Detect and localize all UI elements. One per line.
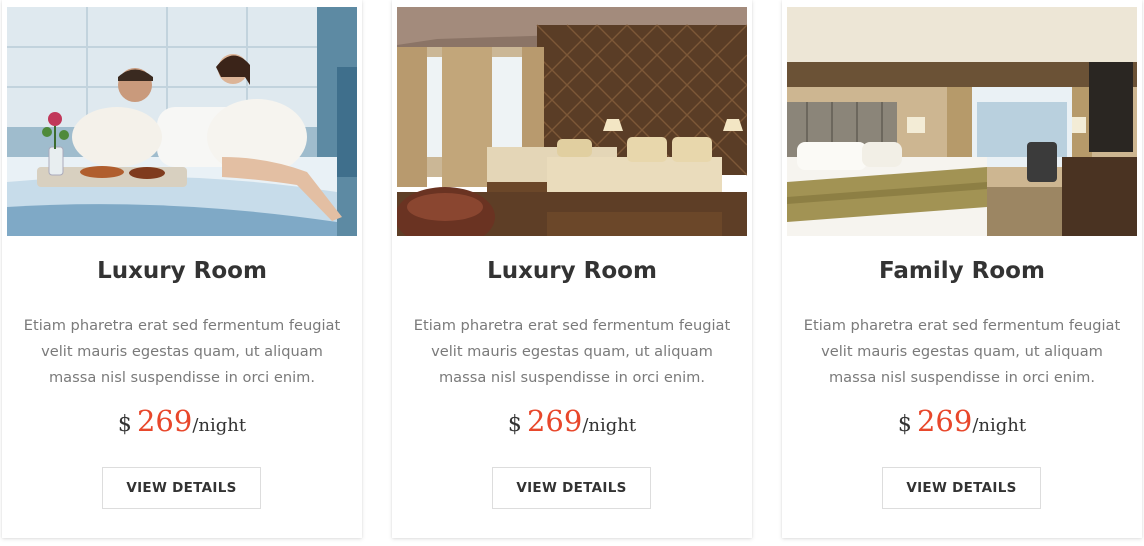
view-details-button[interactable]: VIEW DETAILS <box>492 467 651 509</box>
room-card: Family Room Etiam pharetra erat sed ferm… <box>782 0 1142 538</box>
view-details-button[interactable]: VIEW DETAILS <box>102 467 261 509</box>
room-description: Etiam pharetra erat sed fermentum feugia… <box>23 317 341 386</box>
room-description: Etiam pharetra erat sed fermentum feugia… <box>413 317 731 386</box>
room-photo[interactable] <box>787 7 1137 236</box>
room-price: $ 269/night <box>2 404 362 438</box>
price-unit: /night <box>972 415 1027 436</box>
room-title: Luxury Room <box>97 258 267 284</box>
price-currency: $ <box>507 412 522 437</box>
room-price: $ 269/night <box>392 404 752 438</box>
room-description: Etiam pharetra erat sed fermentum feugia… <box>803 317 1121 386</box>
room-price: $ 269/night <box>782 404 1142 438</box>
price-unit: /night <box>582 415 637 436</box>
price-currency: $ <box>117 412 132 437</box>
price-unit: /night <box>192 415 247 436</box>
room-photo[interactable] <box>7 7 357 236</box>
price-amount: 269 <box>916 404 973 438</box>
price-currency: $ <box>897 412 912 437</box>
price-amount: 269 <box>136 404 193 438</box>
room-title: Family Room <box>879 258 1045 284</box>
view-details-button[interactable]: VIEW DETAILS <box>882 467 1041 509</box>
room-card: Luxury Room Etiam pharetra erat sed ferm… <box>392 0 752 538</box>
room-title: Luxury Room <box>487 258 657 284</box>
room-photo[interactable] <box>397 7 747 236</box>
price-amount: 269 <box>526 404 583 438</box>
room-card: Luxury Room Etiam pharetra erat sed ferm… <box>2 0 362 538</box>
